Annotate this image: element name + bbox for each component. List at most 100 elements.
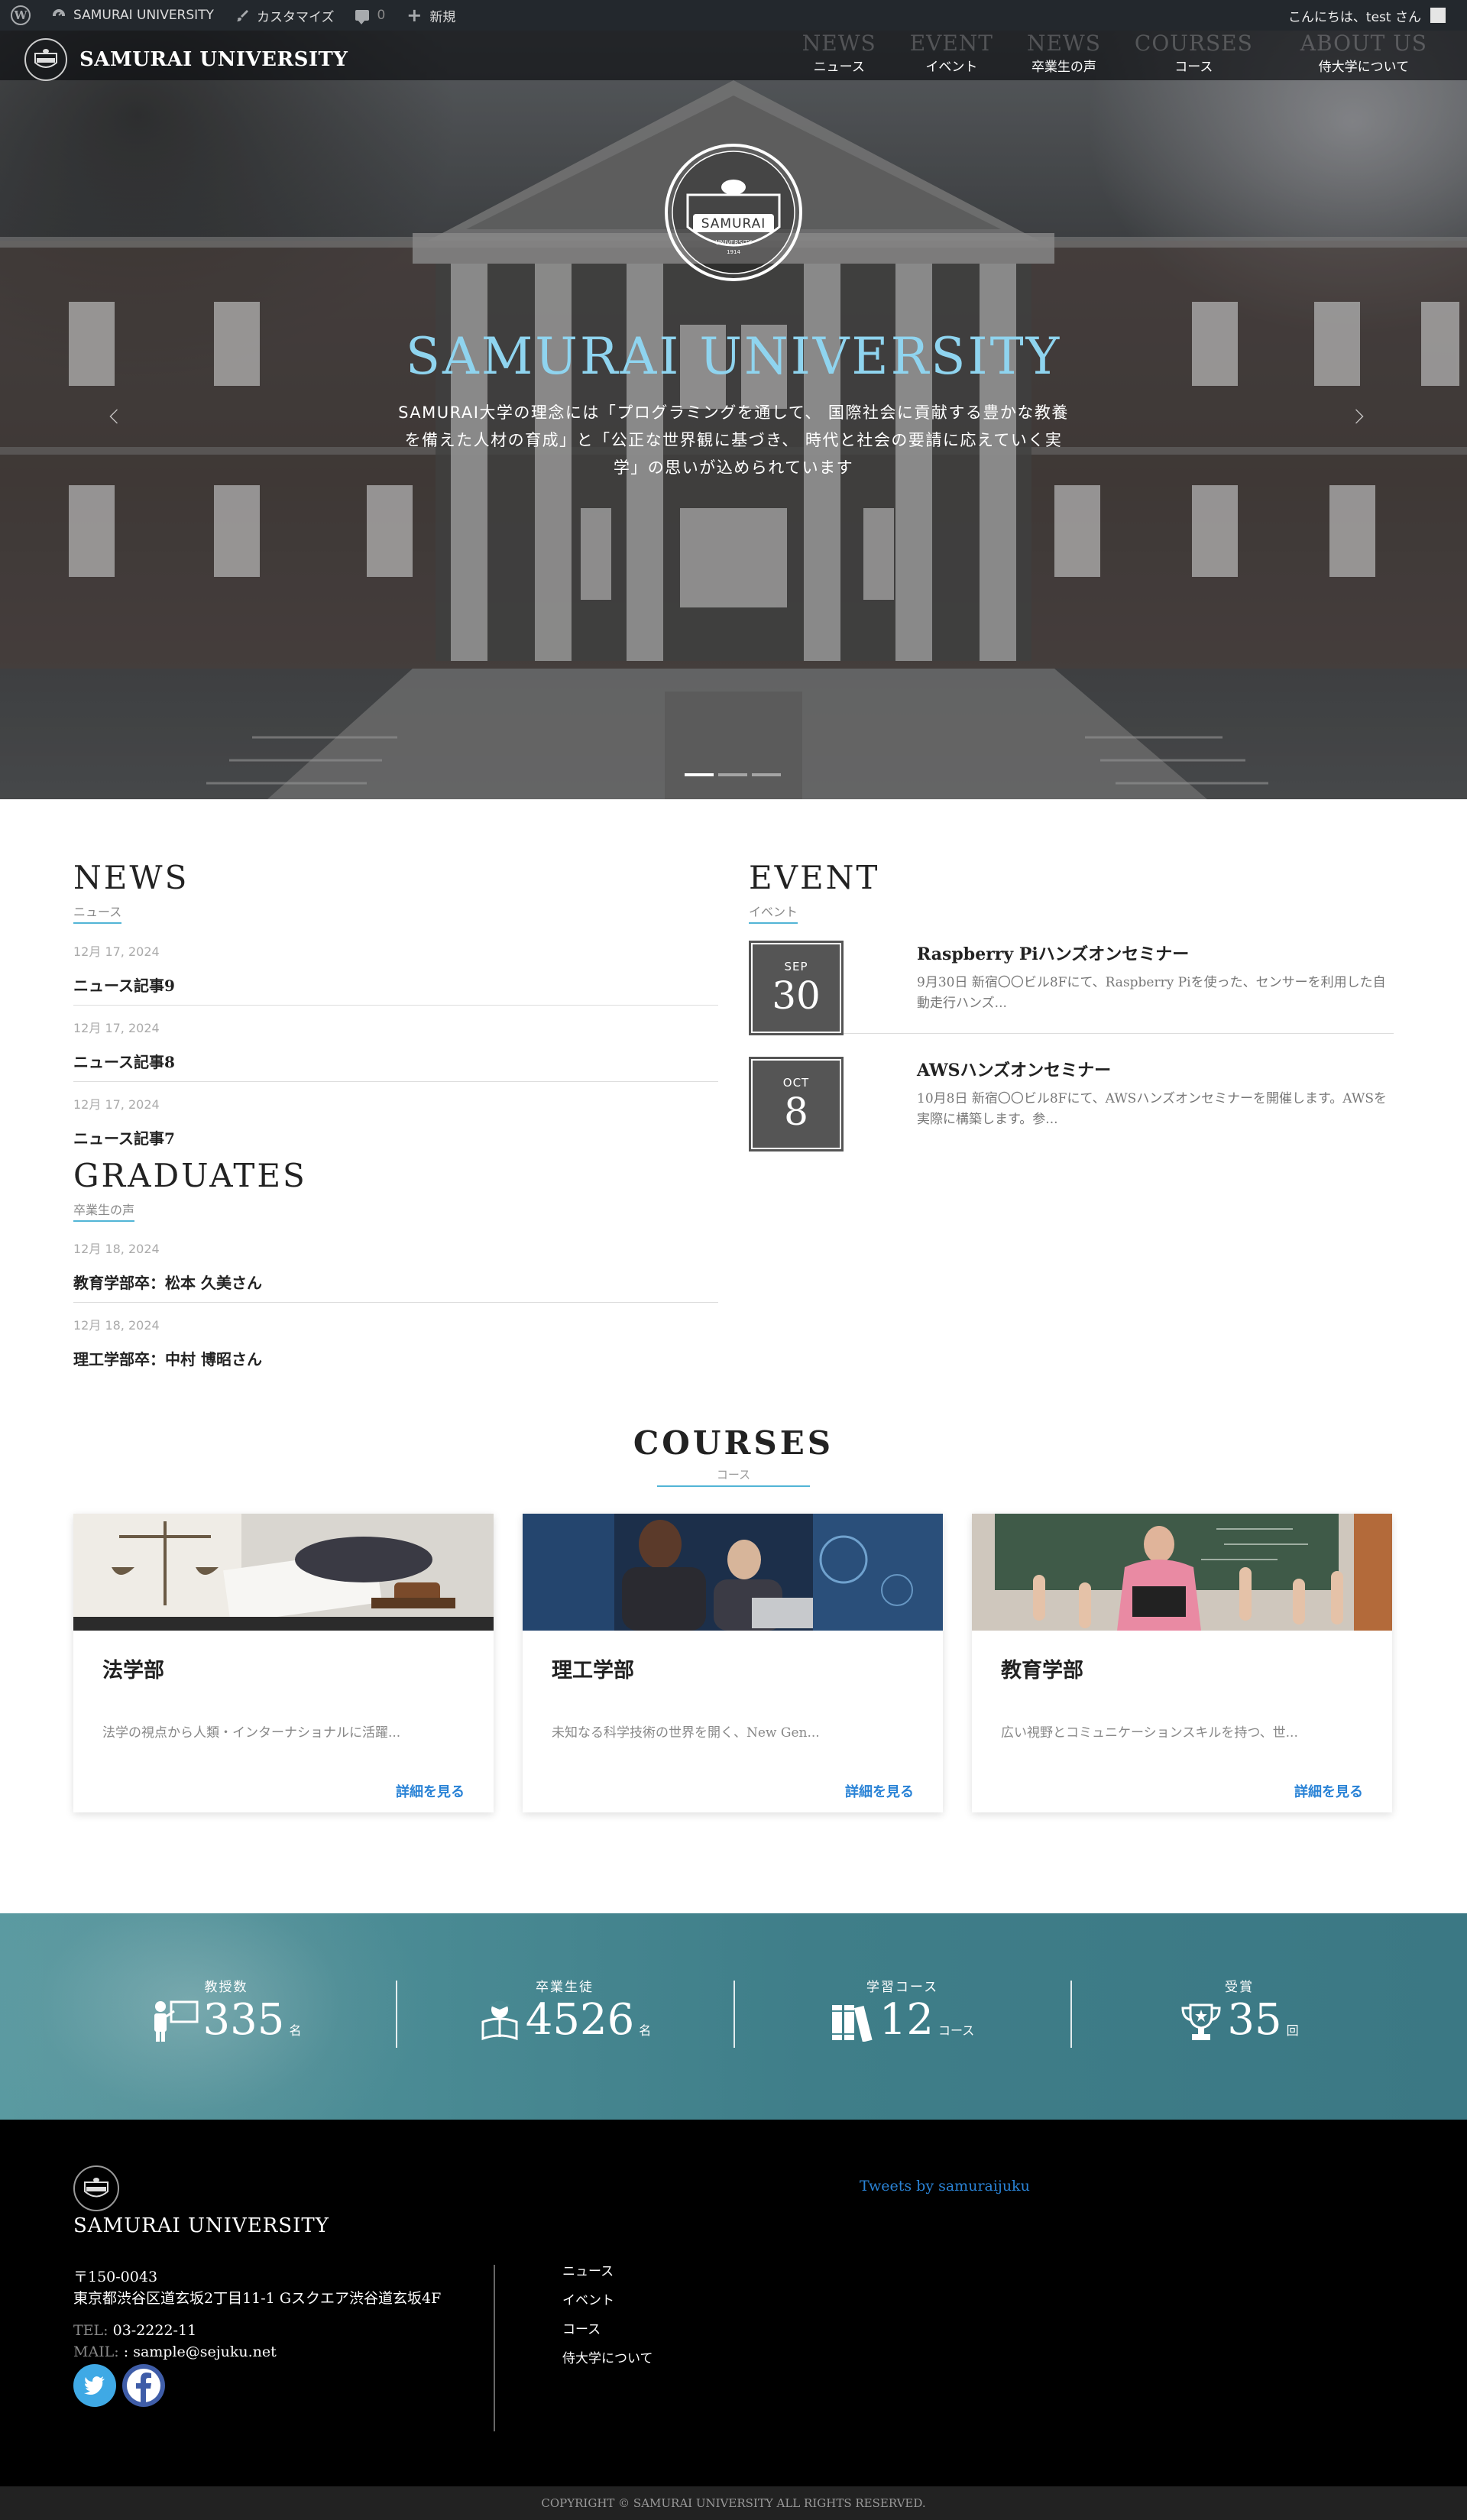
nav-item-label: ニュース [813,60,865,75]
event-month: OCT [782,1076,810,1090]
post-title[interactable]: ニュース記事8 [73,1050,718,1072]
slider-dot-1[interactable] [685,773,714,776]
dashboard-icon [52,8,66,16]
stats-section: 教授数 335 名 卒業生徒 4526 名 学習コース 12 コース 受賞 35… [0,1913,1467,2120]
twitter-icon[interactable] [73,2364,116,2407]
wp-admin-bar: W SAMURAI UNIVERSITY カスタマイズ 0 + 新規 こんにちは… [0,0,1467,31]
nav-item-label: イベント [925,60,978,75]
slider-dot-2[interactable] [718,773,747,776]
event-item[interactable]: OCT 8 AWSハンズオンセミナー 10月8日 新宿〇〇ビル8Fにて、AWSハ… [749,1043,1394,1151]
footer-contact: TEL: 03-2222-11 MAIL: : sample@sejuku.ne… [73,2320,277,2363]
stat-label: 受賞 [1225,1980,1254,1995]
stat-unit: 名 [639,2023,652,2038]
event-item[interactable]: SEP 30 Raspberry Piハンズオンセミナー 9月30日 新宿〇〇ビ… [749,927,1394,1035]
course-detail-link[interactable]: 詳細を見る [845,1781,914,1801]
course-title: 理工学部 [552,1659,634,1683]
course-detail-link[interactable]: 詳細を見る [396,1781,465,1801]
site-brand[interactable]: SAMURAI UNIVERSITY [24,38,348,81]
course-title: 教育学部 [1001,1659,1083,1683]
brand-logo-icon [24,38,67,81]
news-heading: NEWS ニュース [73,862,189,924]
wordpress-icon: W [11,5,31,25]
admin-greeting: こんにちは、test さん [1287,9,1421,25]
nav-item-label: 侍大学について [1318,60,1410,75]
svg-text:1914: 1914 [727,249,740,255]
footer-link-news[interactable]: ニュース [562,2257,653,2286]
footer-logo-icon[interactable] [73,2165,119,2211]
course-image-law [73,1514,494,1631]
nav-item-label: コース [1174,60,1213,75]
nav-item-event[interactable]: EVENT イベント [893,31,1010,80]
course-card-education[interactable]: 教育学部 広い視野とコミュニケーションスキルを持つ、世... 詳細を見る [972,1514,1392,1812]
tel-value[interactable]: 03-2222-11 [113,2322,197,2339]
event-item-desc: 10月8日 新宿〇〇ビル8Fにて、AWSハンズオンセミナーを開催します。AWSを… [917,1091,1387,1127]
stat-value: 335 [202,1995,285,2045]
post-date: 12月 18, 2024 [73,1318,160,1333]
stat-unit: コース [938,2023,975,2038]
news-item[interactable]: 12月 17, 2024 ニュース記事7 [73,1094,718,1148]
admin-customize-link[interactable]: カスタマイズ [225,0,345,31]
course-detail-link[interactable]: 詳細を見る [1294,1781,1363,1801]
admin-site-label: SAMURAI UNIVERSITY [73,8,214,23]
footer-link-about[interactable]: 侍大学について [562,2344,653,2373]
admin-site-link[interactable]: SAMURAI UNIVERSITY [41,0,225,31]
footer-link-event[interactable]: イベント [562,2286,653,2315]
event-month: SEP [784,960,808,973]
mail-value[interactable]: : sample@sejuku.net [124,2343,277,2360]
post-title[interactable]: 教育学部卒：松本 久美さん [73,1271,718,1293]
nav-item-graduates[interactable]: NEWS 卒業生の声 [1010,31,1118,80]
news-title: NEWS [73,859,189,896]
hero-title: SAMURAI UNIVERSITY [405,327,1062,386]
footer-link-courses[interactable]: コース [562,2315,653,2344]
stat-value: 12 [879,1995,934,2045]
course-desc: 未知なる科学技術の世界を開く、New Gen... [552,1725,820,1741]
event-subtitle[interactable]: イベント [749,902,798,924]
admin-customize-label: カスタマイズ [256,9,335,25]
event-item-title[interactable]: Raspberry Piハンズオンセミナー [917,941,1189,965]
university-emblem: SAMURAI UNIVERSITY 1914 [665,144,802,281]
nav-item-about[interactable]: ABOUT US 侍大学について [1270,31,1444,80]
graduates-heading: GRADUATES 卒業生の声 [73,1160,307,1222]
graduate-item[interactable]: 12月 18, 2024 理工学部卒：中村 博昭さん [73,1315,718,1376]
event-day: 8 [784,1090,808,1134]
news-subtitle[interactable]: ニュース [73,902,122,924]
post-title[interactable]: ニュース記事7 [73,1126,718,1148]
nav-item-courses[interactable]: COURSES コース [1118,31,1270,80]
nav-item-en-label: EVENT [909,31,993,56]
brush-icon [236,10,248,21]
stat-graduates: 卒業生徒 4526 名 [397,1913,733,2120]
slider-dot-3[interactable] [752,773,781,776]
graduate-icon [481,2000,518,2041]
stat-courses: 学習コース 12 コース [734,1913,1070,2120]
facebook-icon[interactable] [122,2364,165,2407]
books-icon [831,2005,873,2042]
footer-brand: SAMURAI UNIVERSITY [73,2214,329,2237]
admin-account[interactable]: こんにちは、test さん [1288,6,1467,25]
graduates-title: GRADUATES [73,1157,307,1194]
stat-label: 学習コース [866,1980,939,1995]
news-item[interactable]: 12月 17, 2024 ニュース記事9 [73,941,718,1006]
wp-logo-button[interactable]: W [0,0,41,31]
courses-title: COURSES [633,1424,834,1462]
graduate-item[interactable]: 12月 18, 2024 教育学部卒：松本 久美さん [73,1239,718,1303]
calendar-badge: OCT 8 [749,1057,844,1151]
hero-slider: SAMURAI UNIVERSITY 1914 SAMURAI UNIVERSI… [0,0,1467,799]
post-date: 12月 17, 2024 [73,944,160,959]
post-date: 12月 17, 2024 [73,1021,160,1035]
admin-new-link[interactable]: + 新規 [396,0,466,31]
news-item[interactable]: 12月 17, 2024 ニュース記事8 [73,1018,718,1082]
nav-item-news[interactable]: NEWS ニュース [785,31,893,80]
admin-comments-link[interactable]: 0 [345,0,396,31]
course-card-science[interactable]: 理工学部 未知なる科学技術の世界を開く、New Gen... 詳細を見る [523,1514,943,1812]
post-title[interactable]: ニュース記事9 [73,973,718,996]
stat-unit: 名 [289,2023,302,2038]
graduates-subtitle[interactable]: 卒業生の声 [73,1200,135,1222]
course-card-law[interactable]: 法学部 法学の視点から人類・インターナショナルに活躍... 詳細を見る [73,1514,494,1812]
nav-item-en-label: NEWS [802,31,876,56]
twitter-timeline-link[interactable]: Tweets by samuraijuku [860,2178,1030,2194]
trophy-icon [1181,2003,1221,2040]
post-title[interactable]: 理工学部卒：中村 博昭さん [73,1347,718,1369]
admin-new-label: 新規 [429,9,456,25]
site-footer: SAMURAI UNIVERSITY 〒150-0043 東京都渋谷区道玄坂2丁… [0,2120,1467,2486]
event-item-title[interactable]: AWSハンズオンセミナー [917,1057,1111,1081]
